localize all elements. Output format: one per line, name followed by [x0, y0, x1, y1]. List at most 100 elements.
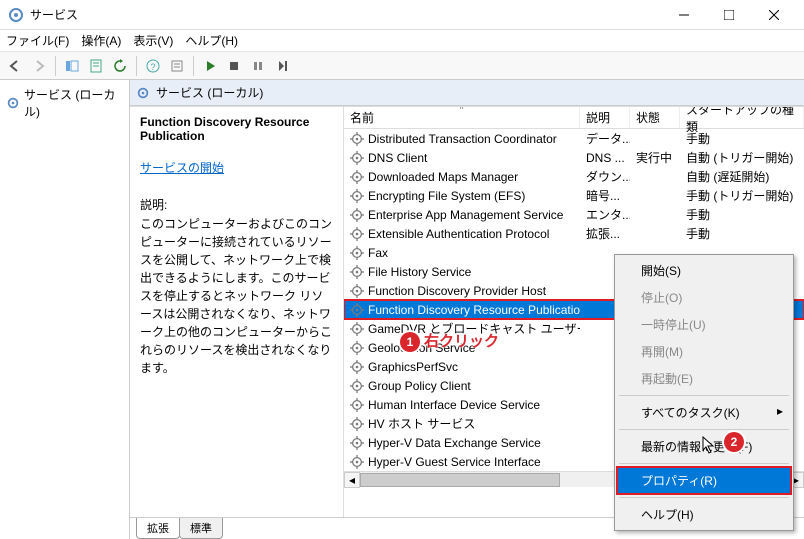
gear-icon: [350, 208, 364, 222]
annotation-text-1: 右クリック: [424, 330, 499, 351]
gear-icon: [350, 151, 364, 165]
back-button[interactable]: [4, 55, 26, 77]
menu-file[interactable]: ファイル(F): [6, 32, 69, 49]
refresh-button[interactable]: [109, 55, 131, 77]
ctx-resume[interactable]: 再開(M): [617, 338, 791, 365]
show-hide-tree-button[interactable]: [61, 55, 83, 77]
service-desc: エンタ...: [586, 206, 630, 223]
titlebar: サービス: [0, 0, 804, 30]
pause-service-button[interactable]: [247, 55, 269, 77]
gear-icon: [350, 303, 364, 317]
service-name: File History Service: [368, 265, 471, 279]
service-name: Downloaded Maps Manager: [368, 170, 518, 184]
service-desc: データ...: [586, 130, 630, 147]
gear-icon: [350, 417, 364, 431]
column-status[interactable]: 状態: [630, 107, 680, 128]
column-startup[interactable]: スタートアップの種類: [680, 107, 804, 128]
service-name: Human Interface Device Service: [368, 398, 540, 412]
gear-icon: [350, 360, 364, 374]
service-name: GraphicsPerfSvc: [368, 360, 458, 374]
ctx-start[interactable]: 開始(S): [617, 257, 791, 284]
table-row[interactable]: Enterprise App Management Serviceエンタ...手…: [344, 205, 804, 224]
start-service-link[interactable]: サービスの開始: [140, 161, 224, 175]
selected-service-name: Function Discovery Resource Publication: [140, 115, 333, 143]
ctx-restart[interactable]: 再起動(E): [617, 365, 791, 392]
service-name: Extensible Authentication Protocol: [368, 227, 549, 241]
description-label: 説明:: [140, 196, 333, 213]
context-menu: 開始(S) 停止(O) 一時停止(U) 再開(M) 再起動(E) すべてのタスク…: [614, 254, 794, 531]
gear-icon: [350, 284, 364, 298]
service-desc: 暗号...: [586, 187, 620, 204]
gear-icon: [350, 189, 364, 203]
service-name: HV ホスト サービス: [368, 415, 475, 432]
gear-icon: [350, 132, 364, 146]
cursor-icon: [702, 436, 718, 456]
gear-icon: [350, 227, 364, 241]
window-title: サービス: [30, 6, 661, 23]
svg-text:?: ?: [150, 62, 155, 72]
table-row[interactable]: Downloaded Maps Manager ダウン... 自動 (遅延開始): [344, 167, 804, 186]
gear-icon: [350, 322, 364, 336]
service-name: Function Discovery Resource Publication: [368, 303, 580, 317]
gear-icon: [350, 265, 364, 279]
help-button[interactable]: ?: [142, 55, 164, 77]
table-row[interactable]: Encrypting File System (EFS)暗号...手動 (トリガ…: [344, 186, 804, 205]
service-name: Hyper-V Guest Service Interface: [368, 455, 541, 469]
minimize-button[interactable]: [661, 1, 706, 29]
table-row[interactable]: DNS Client DNS ... 実行中自動 (トリガー開始): [344, 148, 804, 167]
service-startup: 手動: [686, 206, 710, 223]
list-header: サービス (ローカル): [130, 80, 804, 106]
tab-extended[interactable]: 拡張: [136, 518, 180, 539]
scroll-left-button[interactable]: ◂: [344, 472, 360, 488]
maximize-button[interactable]: [706, 1, 751, 29]
service-desc: ダウン...: [586, 168, 630, 185]
description-text: このコンピューターおよびこのコンピューターに接続されているリソースを公開して、ネ…: [140, 215, 333, 377]
tab-standard[interactable]: 標準: [179, 518, 223, 539]
scroll-thumb[interactable]: [360, 473, 560, 487]
annotation-badge-2: 2: [724, 432, 744, 452]
gear-icon: [350, 379, 364, 393]
tree-root-label: サービス (ローカル): [24, 86, 123, 120]
ctx-all-tasks[interactable]: すべてのタスク(K): [617, 399, 791, 426]
service-startup: 手動: [686, 225, 710, 242]
ctx-help[interactable]: ヘルプ(H): [617, 501, 791, 528]
ctx-properties[interactable]: プロパティ(R): [617, 467, 791, 494]
service-status: 実行中: [636, 149, 672, 166]
close-button[interactable]: [751, 1, 796, 29]
service-name: Hyper-V Data Exchange Service: [368, 436, 541, 450]
menu-view[interactable]: 表示(V): [133, 32, 173, 49]
service-startup: 自動 (遅延開始): [686, 168, 769, 185]
gear-icon: [350, 246, 364, 260]
service-name: Distributed Transaction Coordinator: [368, 132, 557, 146]
table-row[interactable]: Extensible Authentication Protocol拡張...手…: [344, 224, 804, 243]
ctx-stop[interactable]: 停止(O): [617, 284, 791, 311]
gear-icon: [350, 341, 364, 355]
service-name: Function Discovery Provider Host: [368, 284, 546, 298]
column-desc[interactable]: 説明: [580, 107, 630, 128]
menu-help[interactable]: ヘルプ(H): [185, 32, 238, 49]
tree-pane: サービス (ローカル): [0, 80, 130, 539]
export-list-button[interactable]: [85, 55, 107, 77]
service-name: Fax: [368, 246, 388, 260]
service-name: Group Policy Client: [368, 379, 471, 393]
gear-icon: [350, 436, 364, 450]
gear-icon: [350, 170, 364, 184]
stop-service-button[interactable]: [223, 55, 245, 77]
toolbar: ?: [0, 52, 804, 80]
service-name: Encrypting File System (EFS): [368, 189, 525, 203]
menubar: ファイル(F) 操作(A) 表示(V) ヘルプ(H): [0, 30, 804, 52]
app-icon: [8, 7, 24, 23]
service-desc: DNS ...: [586, 151, 625, 165]
restart-service-button[interactable]: [271, 55, 293, 77]
column-headers: 名前^ 説明 状態 スタートアップの種類: [344, 107, 804, 129]
service-name: DNS Client: [368, 151, 427, 165]
tree-root-item[interactable]: サービス (ローカル): [4, 84, 125, 122]
gear-icon: [350, 398, 364, 412]
column-name[interactable]: 名前^: [344, 107, 580, 128]
forward-button[interactable]: [28, 55, 50, 77]
service-startup: 自動 (トリガー開始): [686, 149, 793, 166]
start-service-button[interactable]: [199, 55, 221, 77]
menu-action[interactable]: 操作(A): [81, 32, 121, 49]
properties-button[interactable]: [166, 55, 188, 77]
ctx-pause[interactable]: 一時停止(U): [617, 311, 791, 338]
